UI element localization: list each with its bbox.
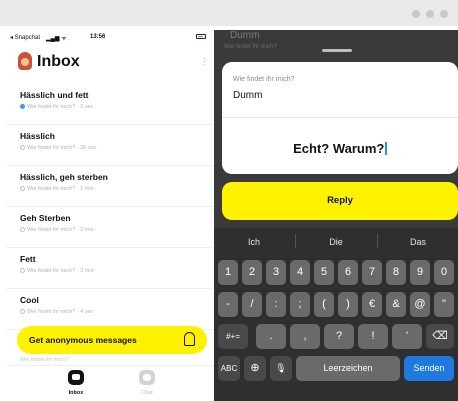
sheet-handle[interactable]	[322, 49, 352, 52]
ghost-icon	[184, 332, 195, 346]
keyboard-key[interactable]: .	[256, 324, 286, 349]
keyboard-key[interactable]: -	[218, 292, 238, 317]
answer-text: Dumm	[233, 90, 263, 101]
list-item[interactable]: Hässlich und fett Wie findet ihr mich? ·…	[6, 84, 214, 125]
tab-chat[interactable]: Chat	[127, 390, 167, 396]
message-title: Geh Sterben	[20, 213, 71, 223]
inbox-screen: ◂ Snapchat ▂▄▆ ᯤ 13:56 Inbox · · · Hässlic…	[6, 30, 214, 401]
read-circle-icon	[20, 268, 25, 273]
message-title: Hässlich und fett	[20, 90, 89, 100]
keyboard-key[interactable]: 1	[218, 260, 238, 285]
reply-input[interactable]: Echt? Warum?	[222, 141, 458, 156]
unread-dot-icon	[20, 104, 25, 109]
keyboard-key[interactable]: 9	[410, 260, 430, 285]
status-bar: ◂ Snapchat ▂▄▆ ᯤ 13:56	[6, 30, 214, 44]
keyboard-key[interactable]: 8	[386, 260, 406, 285]
backspace-icon[interactable]: ⌫	[426, 324, 454, 349]
keyboard-key[interactable]: 5	[314, 260, 334, 285]
message-subtitle: Wie findet ihr mich? · 1 min	[20, 186, 94, 192]
keyboard-key[interactable]: 4	[290, 260, 310, 285]
message-subtitle: Wie findet ihr mich? · 4 sec	[20, 309, 93, 315]
keyboard-key[interactable]: !	[358, 324, 388, 349]
message-subtitle: Wie findet ihr mich? · 3 min	[20, 268, 94, 274]
window-dot-icon[interactable]	[440, 10, 448, 18]
keyboard-key[interactable]: @	[410, 292, 430, 317]
reply-button-label: Reply	[327, 195, 353, 206]
list-item[interactable]: Geh Sterben Wie findet ihr mich? · 2 min	[6, 207, 214, 248]
page-title: Inbox	[37, 53, 80, 70]
keyboard-key[interactable]: "	[434, 292, 454, 317]
space-key[interactable]: Leerzeichen	[296, 356, 400, 381]
list-item[interactable]: Hässlich, geh sterben Wie findet ihr mic…	[6, 166, 214, 207]
globe-icon[interactable]: ⊕	[244, 356, 266, 381]
hidden-row-subtitle: Wie findet ihr mich?	[20, 357, 69, 363]
microphone-icon[interactable]: 🎙	[270, 356, 292, 381]
background-answer: Dumm	[230, 30, 260, 41]
keyboard-key[interactable]: &	[386, 292, 406, 317]
suggestion-item[interactable]: Das	[378, 234, 458, 250]
read-circle-icon	[20, 145, 25, 150]
message-title: Hässlich	[20, 131, 55, 141]
window-titlebar	[0, 0, 458, 26]
question-text: Wie findet ihr mich?	[233, 76, 295, 83]
reply-card: Wie findet ihr mich? Dumm Echt? Warum?	[222, 62, 458, 174]
symbols-shift-key[interactable]: #+=	[218, 324, 248, 349]
keyboard-key[interactable]: 6	[338, 260, 358, 285]
avatar[interactable]	[18, 52, 32, 70]
get-anonymous-messages-button[interactable]: Get anonymous messages	[17, 326, 207, 354]
tab-bar: Inbox Chat	[6, 365, 214, 401]
suggestion-item[interactable]: Die	[296, 234, 376, 250]
keyboard-key[interactable]: 0	[434, 260, 454, 285]
keyboard-key[interactable]: €	[362, 292, 382, 317]
keyboard-key[interactable]: (	[314, 292, 334, 317]
divider	[222, 117, 458, 118]
read-circle-icon	[20, 186, 25, 191]
keyboard-key[interactable]: ,	[290, 324, 320, 349]
background-question: Wie findet ihr mich?	[224, 44, 277, 50]
inbox-header: Inbox · · ·	[6, 48, 214, 78]
read-circle-icon	[20, 227, 25, 232]
signal-icon: ▂▄▆ ᯤ	[46, 36, 67, 42]
keyboard-key[interactable]: '	[392, 324, 422, 349]
read-circle-icon	[20, 309, 25, 314]
more-options-icon[interactable]: · · ·	[203, 54, 206, 69]
keyboard-key[interactable]: 3	[266, 260, 286, 285]
message-title: Hässlich, geh sterben	[20, 172, 108, 182]
keyboard: Ich Die Das 1 2 3 4 5 6 7 8 9 0 - / : ; …	[214, 228, 458, 401]
chat-tab-icon[interactable]	[139, 370, 155, 385]
battery-icon	[196, 34, 206, 39]
list-item[interactable]: Cool Wie findet ihr mich? · 4 sec	[6, 289, 214, 330]
text-caret	[385, 142, 387, 155]
reply-button[interactable]: Reply	[222, 182, 458, 220]
inbox-tab-icon[interactable]	[68, 370, 84, 385]
send-key[interactable]: Senden	[404, 356, 454, 381]
reply-screen: Dumm Wie findet ihr mich? Wie findet ihr…	[214, 30, 458, 401]
suggestion-item[interactable]: Ich	[214, 234, 294, 250]
message-subtitle: Wie findet ihr mich? · 25 sec	[20, 145, 96, 151]
list-item[interactable]: Hässlich Wie findet ihr mich? · 25 sec	[6, 125, 214, 166]
cta-label: Get anonymous messages	[29, 335, 137, 345]
abc-key[interactable]: ABC	[218, 356, 240, 381]
message-subtitle: Wie findet ihr mich? · 2 min	[20, 227, 94, 233]
status-time: 13:56	[90, 34, 106, 40]
keyboard-key[interactable]: )	[338, 292, 358, 317]
keyboard-key[interactable]: 7	[362, 260, 382, 285]
message-title: Cool	[20, 295, 39, 305]
window-dot-icon[interactable]	[412, 10, 420, 18]
keyboard-key[interactable]: ;	[290, 292, 310, 317]
status-carrier: ◂ Snapchat	[10, 35, 41, 41]
tab-inbox[interactable]: Inbox	[56, 390, 96, 396]
window-dot-icon[interactable]	[426, 10, 434, 18]
keyboard-key[interactable]: ?	[324, 324, 354, 349]
keyboard-key[interactable]: /	[242, 292, 262, 317]
message-title: Fett	[20, 254, 36, 264]
list-item[interactable]: Fett Wie findet ihr mich? · 3 min	[6, 248, 214, 289]
keyboard-key[interactable]: 2	[242, 260, 262, 285]
message-subtitle: Wie findet ihr mich? · 2 sec	[20, 104, 93, 110]
keyboard-key[interactable]: :	[266, 292, 286, 317]
